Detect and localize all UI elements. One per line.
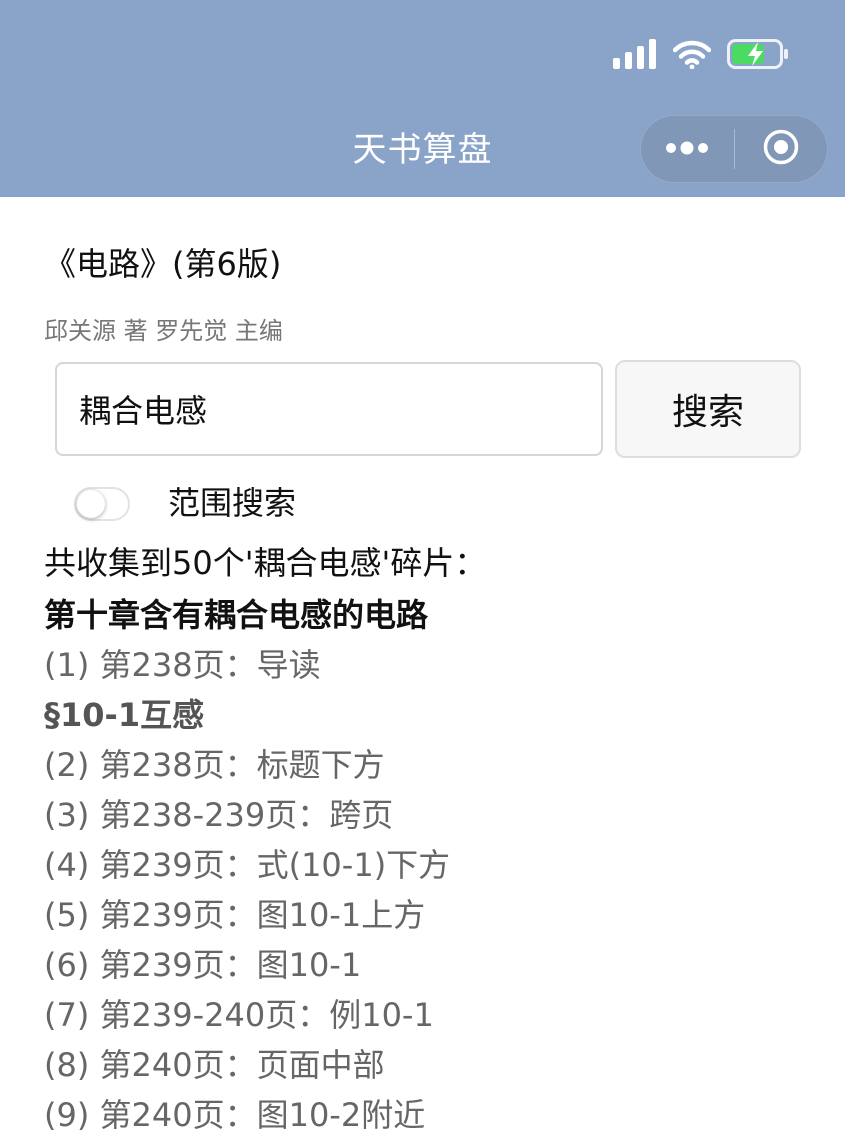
result-item[interactable]: (8) 第240页：页面中部 <box>44 1040 824 1090</box>
result-item[interactable]: (4) 第239页：式(10-1)下方 <box>44 840 824 890</box>
more-button[interactable] <box>641 115 734 183</box>
search-button[interactable]: 搜索 <box>615 360 801 458</box>
close-button[interactable] <box>735 115 828 183</box>
book-author: 邱关源 著 罗先觉 主编 <box>44 317 283 345</box>
battery-charging-icon <box>727 39 789 73</box>
main-content: 《电路》(第6版) 邱关源 著 罗先觉 主编 搜索 范围搜索 共收集到50个'耦… <box>0 197 845 1134</box>
toggle-knob <box>77 490 105 518</box>
range-search-toggle[interactable] <box>74 487 130 521</box>
target-circle-icon <box>762 128 800 170</box>
result-item[interactable]: (5) 第239页：图10-1上方 <box>44 890 824 940</box>
status-bar <box>613 38 789 74</box>
result-item[interactable]: (6) 第239页：图10-1 <box>44 940 824 990</box>
section-heading: §10-1互感 <box>44 696 205 734</box>
result-list: 第十章含有耦合电感的电路 (1) 第238页：导读 §10-1互感 (2) 第2… <box>44 590 824 1140</box>
wifi-icon <box>672 39 712 73</box>
result-item[interactable]: (3) 第238-239页：跨页 <box>44 790 824 840</box>
cellular-signal-icon <box>613 39 657 73</box>
result-item[interactable]: (2) 第238页：标题下方 <box>44 740 824 790</box>
result-summary: 共收集到50个'耦合电感'碎片： <box>44 544 487 582</box>
app-header: 天书算盘 <box>0 0 845 197</box>
result-item[interactable]: (9) 第240页：图10-2附近 <box>44 1090 824 1140</box>
search-input[interactable] <box>55 362 603 456</box>
chapter-heading: 第十章含有耦合电感的电路 <box>44 596 429 634</box>
result-item[interactable]: (1) 第238页：导读 <box>44 640 824 690</box>
range-search-label: 范围搜索 <box>168 484 297 522</box>
more-dots-icon <box>664 140 710 159</box>
book-title: 《电路》(第6版) <box>44 245 282 283</box>
result-item[interactable]: (7) 第239-240页：例10-1 <box>44 990 824 1040</box>
mini-program-capsule <box>640 115 828 183</box>
